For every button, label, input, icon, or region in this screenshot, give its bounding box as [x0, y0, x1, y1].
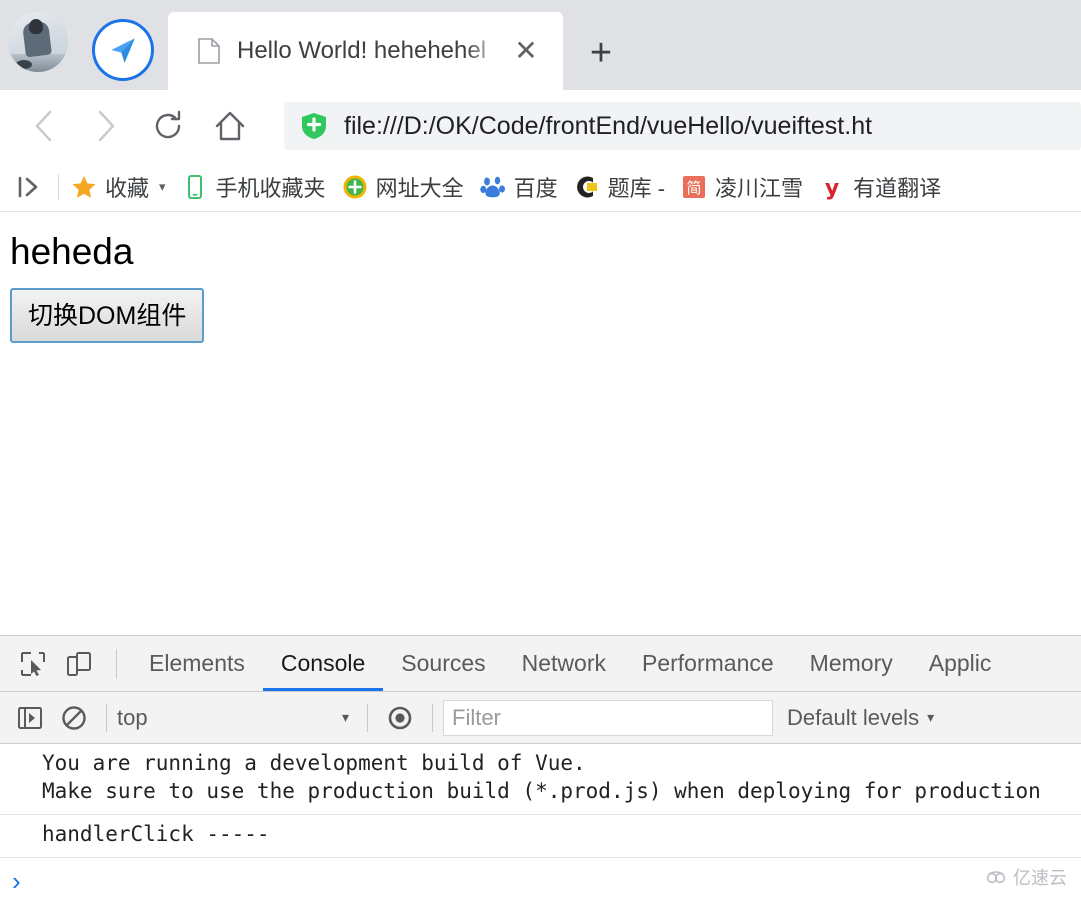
watermark: 亿速云: [986, 864, 1067, 890]
back-button[interactable]: [18, 100, 70, 152]
close-icon[interactable]: ✕: [505, 30, 547, 72]
execution-context-select[interactable]: top ▾: [117, 705, 357, 731]
page-content: heheda 切换DOM组件: [0, 212, 1081, 635]
bookmark-label: 网址大全: [376, 171, 464, 203]
filterbar-separator: [367, 704, 368, 732]
toggle-dom-component-button[interactable]: 切换DOM组件: [10, 288, 204, 343]
filterbar-separator: [106, 704, 107, 732]
bookmark-mobile-folder[interactable]: 手机收藏夹: [182, 171, 326, 203]
log-levels-label: Default levels: [787, 705, 919, 731]
page-heading: heheda: [10, 230, 1081, 274]
devtools-separator: [116, 649, 117, 679]
baidu-icon: [480, 174, 506, 200]
console-message[interactable]: handlerClick -----: [0, 815, 1081, 858]
chevron-down-icon[interactable]: ▾: [159, 179, 166, 195]
tab-title: Hello World! hehehehel: [237, 37, 505, 65]
page-document-icon: [198, 38, 220, 64]
console-message[interactable]: You are running a development build of V…: [0, 744, 1081, 815]
console-filter-bar: top ▾ Filter Default levels ▾: [0, 692, 1081, 744]
bookmark-label: 有道翻译: [853, 171, 941, 203]
avatar[interactable]: [8, 12, 68, 72]
jianshu-icon: 简: [681, 174, 707, 200]
devtools-panel: Elements Console Sources Network Perform…: [0, 635, 1081, 904]
phone-icon: [182, 174, 208, 200]
bookmark-separator: [58, 174, 59, 200]
clear-console-icon[interactable]: [52, 696, 96, 740]
bookmark-jianshu[interactable]: 简 凌川江雪: [681, 171, 803, 203]
chevron-down-icon: ▾: [342, 709, 349, 726]
device-toolbar-icon[interactable]: [56, 641, 102, 687]
filterbar-separator: [432, 704, 433, 732]
watermark-text: 亿速云: [1013, 864, 1067, 890]
bookmark-youdao[interactable]: y 有道翻译: [819, 171, 941, 203]
tab-network[interactable]: Network: [504, 636, 624, 692]
new-tab-button[interactable]: +: [575, 28, 627, 78]
bookmark-label: 题库 -: [608, 171, 665, 203]
cloud-logo-icon: [986, 869, 1008, 885]
hao123-icon: [342, 174, 368, 200]
console-line: Make sure to use the production build (*…: [42, 778, 1081, 806]
address-bar[interactable]: file:///D:/OK/Code/frontEnd/vueHello/vue…: [284, 102, 1081, 150]
console-line: You are running a development build of V…: [42, 750, 1081, 778]
log-levels-select[interactable]: Default levels ▾: [787, 705, 934, 731]
browser-tab[interactable]: Hello World! hehehehel ✕: [168, 12, 563, 90]
filter-input[interactable]: Filter: [443, 700, 773, 736]
tab-sources[interactable]: Sources: [383, 636, 503, 692]
apps-panel-icon[interactable]: [12, 170, 46, 204]
tab-console[interactable]: Console: [263, 636, 383, 692]
tab-elements[interactable]: Elements: [131, 636, 263, 692]
green-shield-plus-icon: [300, 112, 328, 140]
home-icon[interactable]: [204, 100, 256, 152]
url-text: file:///D:/OK/Code/frontEnd/vueHello/vue…: [344, 112, 872, 141]
forward-button[interactable]: [80, 100, 132, 152]
svg-text:y: y: [825, 176, 839, 200]
navigation-bar: file:///D:/OK/Code/frontEnd/vueHello/vue…: [0, 90, 1081, 162]
chevron-down-icon: ▾: [927, 709, 934, 726]
tab-strip: Hello World! hehehehel ✕ +: [0, 0, 1081, 90]
star-icon: [71, 174, 97, 200]
avatar-head: [29, 19, 43, 34]
execution-context-value: top: [117, 705, 148, 731]
browser-window: Hello World! hehehehel ✕ +: [0, 0, 1081, 904]
avatar-rock: [16, 60, 32, 69]
tab-application[interactable]: Applic: [911, 636, 1010, 692]
bookmark-label: 凌川江雪: [715, 171, 803, 203]
execution-sidebar-icon[interactable]: [8, 696, 52, 740]
bookmark-tiku[interactable]: 题库 -: [574, 171, 665, 203]
svg-text:简: 简: [687, 179, 702, 197]
reload-icon[interactable]: [142, 100, 194, 152]
bookmark-baidu[interactable]: 百度: [480, 171, 558, 203]
tab-memory[interactable]: Memory: [792, 636, 911, 692]
compass-navigator-icon[interactable]: [92, 19, 154, 81]
prompt-arrow-icon: ›: [12, 868, 21, 894]
bookmark-label: 百度: [514, 171, 558, 203]
bookmark-label: 手机收藏夹: [216, 171, 326, 203]
tab-performance[interactable]: Performance: [624, 636, 792, 692]
bookmark-favorites[interactable]: 收藏 ▾: [71, 171, 166, 203]
console-line: handlerClick -----: [42, 821, 1081, 849]
youdao-icon: y: [819, 174, 845, 200]
bookmark-label: 收藏: [105, 171, 149, 203]
bookmarks-bar: 收藏 ▾ 手机收藏夹 网址大全: [0, 162, 1081, 212]
devtools-tabbar: Elements Console Sources Network Perform…: [0, 636, 1081, 692]
console-prompt[interactable]: ›: [0, 858, 1081, 904]
tiku-icon: [574, 174, 600, 200]
bookmark-hao123[interactable]: 网址大全: [342, 171, 464, 203]
inspect-element-icon[interactable]: [10, 641, 56, 687]
console-output[interactable]: You are running a development build of V…: [0, 744, 1081, 904]
live-expression-eye-icon[interactable]: [378, 696, 422, 740]
